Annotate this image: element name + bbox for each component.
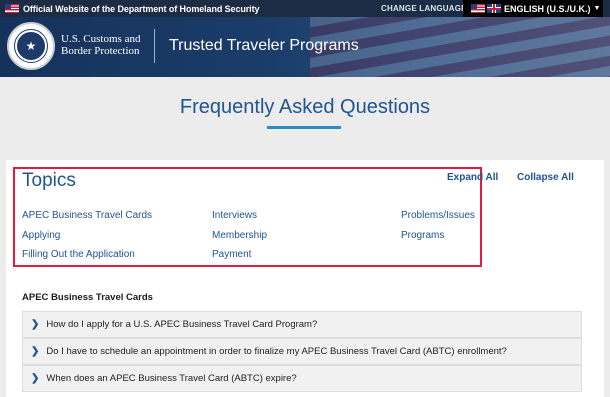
faq-question: How do I apply for a U.S. APEC Business … [46, 319, 318, 330]
program-title[interactable]: Trusted Traveler Programs [169, 37, 359, 55]
header-divider [154, 29, 155, 63]
agency-name-line1: U.S. Customs and [61, 33, 141, 45]
us-flag-icon [471, 4, 485, 13]
collapse-all-link[interactable]: Collapse All [517, 172, 574, 183]
language-select[interactable]: ENGLISH (U.S./U.K.) ▼ [463, 0, 603, 17]
gov-banner: Official Website of the Department of Ho… [0, 0, 610, 17]
site-header: ★ U.S. Customs and Border Protection Tru… [0, 17, 610, 77]
topic-link-programs[interactable]: Programs [401, 230, 444, 241]
faq-question: When does an APEC Business Travel Card (… [46, 373, 297, 384]
language-selected-value: ENGLISH (U.S./U.K.) [504, 3, 591, 14]
faq-item[interactable]: ❯ When does an APEC Business Travel Card… [22, 365, 582, 392]
page-title: Frequently Asked Questions [179, 96, 431, 118]
uk-flag-icon [487, 4, 501, 13]
topic-link-interviews[interactable]: Interviews [212, 210, 257, 221]
faq-item[interactable]: ❯ How do I apply for a U.S. APEC Busines… [22, 311, 582, 338]
page-title-band: Frequently Asked Questions [0, 77, 610, 160]
faq-item[interactable]: ❯ Do I have to schedule an appointment i… [22, 338, 582, 365]
topics-heading: Topics [22, 170, 76, 191]
agency-name[interactable]: U.S. Customs and Border Protection [61, 33, 140, 57]
title-underline [267, 126, 341, 129]
topic-link-problems[interactable]: Problems/Issues [401, 210, 475, 221]
chevron-right-icon: ❯ [31, 373, 40, 384]
caret-down-icon: ▼ [593, 5, 601, 12]
chevron-right-icon: ❯ [31, 346, 40, 357]
dhs-seal-icon[interactable]: ★ [7, 22, 55, 70]
expand-all-link[interactable]: Expand All [447, 172, 498, 183]
topic-link-membership[interactable]: Membership [212, 230, 267, 241]
us-flag-icon [5, 4, 19, 13]
topic-link-filling-out[interactable]: Filling Out the Application [22, 249, 135, 260]
chevron-right-icon: ❯ [31, 319, 40, 330]
change-language-label: CHANGE LANGUAGE: [381, 4, 470, 13]
topic-link-apec[interactable]: APEC Business Travel Cards [22, 210, 152, 221]
official-website-text: Official Website of the Department of Ho… [23, 3, 260, 14]
topic-link-applying[interactable]: Applying [22, 230, 60, 241]
faq-question: Do I have to schedule an appointment in … [46, 346, 507, 357]
section-heading-apec: APEC Business Travel Cards [22, 292, 153, 303]
agency-name-line2: Border Protection [61, 45, 140, 57]
topic-link-payment[interactable]: Payment [212, 249, 251, 260]
